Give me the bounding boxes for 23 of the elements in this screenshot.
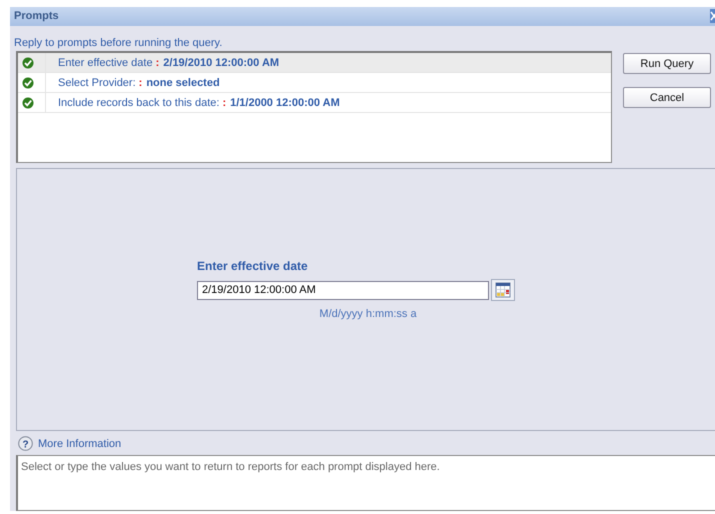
prompt-row[interactable]: Enter effective date : 2/19/2010 12:00:00 AM	[18, 53, 611, 74]
format-hint: M/d/yyyy h:mm:ss a	[318, 308, 418, 320]
separator-text: :	[222, 96, 226, 109]
dialog-button[interactable]: Cancel	[623, 87, 711, 108]
instruction-text: Reply to prompts before running the query.	[13, 36, 224, 50]
prompt-label: Enter effective date	[58, 56, 153, 69]
date-field[interactable]: 2/19/2010 12:00:00 AM	[197, 280, 489, 300]
more-information-link[interactable]: More Information	[38, 438, 122, 450]
prompt-row[interactable]: Select Provider: : none selected	[18, 73, 611, 94]
prompt-heading: Enter effective date	[197, 259, 309, 274]
dialog-button[interactable]: Run Query	[623, 53, 711, 74]
calendar-button[interactable]	[491, 279, 515, 302]
prompt-value: 2/19/2010 12:00:00 AM	[163, 56, 280, 69]
prompt-value: 1/1/2000 12:00:00 AM	[230, 96, 340, 109]
description-text: Select or type the values you want to return to reports for each prompt displayed here.	[21, 461, 440, 474]
window-title: Prompts	[13, 10, 59, 22]
separator-text: :	[156, 56, 160, 69]
separator-text: :	[138, 76, 142, 89]
help-icon[interactable]: ?	[18, 436, 33, 452]
prompt-row[interactable]: Include records back to this date: : 1/1/2000 12:00:00 AM	[18, 93, 611, 114]
prompt-label: Select Provider:	[58, 76, 136, 89]
prompt-value: none selected	[146, 76, 220, 89]
prompt-label: Include records back to this date:	[58, 96, 220, 109]
